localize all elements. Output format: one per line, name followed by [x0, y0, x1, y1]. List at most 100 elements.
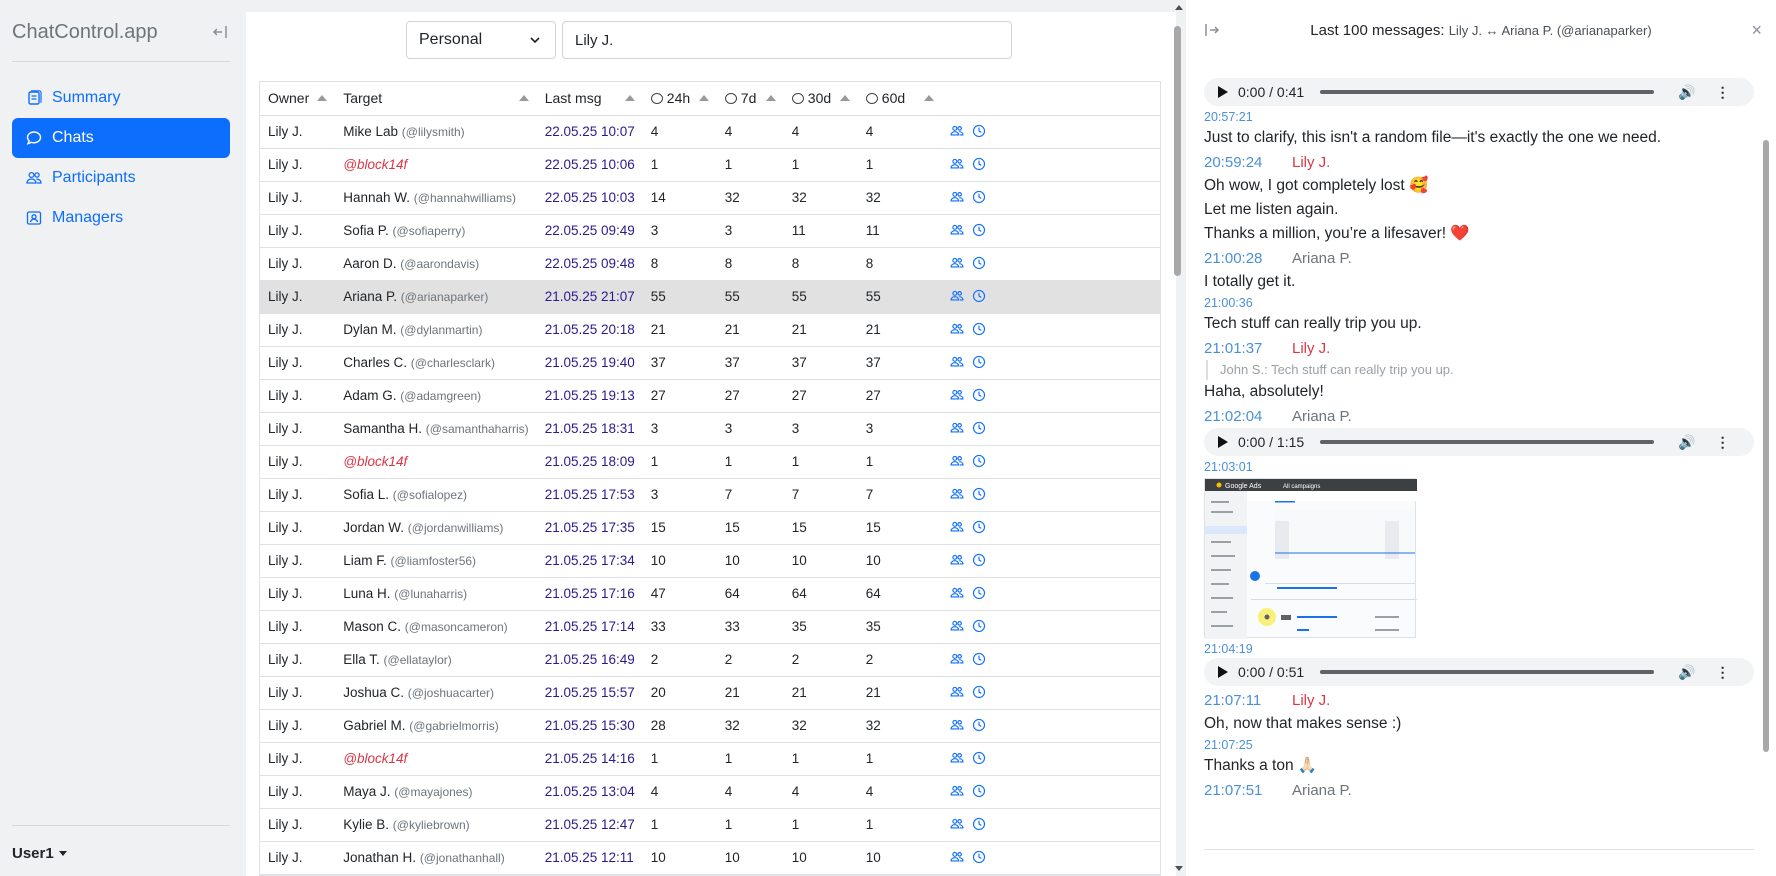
panel-scrollbar[interactable]: [1760, 78, 1772, 838]
sidebar-item-summary[interactable]: Summary: [12, 78, 230, 118]
history-icon[interactable]: [972, 487, 986, 501]
table-row[interactable]: Lily J. Ella T. (@ellataylor) 21.05.25 16:…: [260, 643, 1160, 677]
cell-target[interactable]: @block14f: [335, 445, 537, 479]
table-row[interactable]: Lily J. Samantha H. (@samanthaharris) 21.0…: [260, 412, 1160, 446]
participants-icon[interactable]: [950, 454, 964, 468]
col-7d[interactable]: 7d: [716, 82, 784, 116]
cell-target[interactable]: Gabriel M. (@gabrielmorris): [335, 709, 537, 743]
cell-target[interactable]: Maya J. (@mayajones): [335, 775, 537, 809]
cell-target[interactable]: Samantha H. (@samanthaharris): [335, 412, 537, 446]
cell-target[interactable]: Sofia P. (@sofiaperry): [335, 214, 537, 248]
history-icon[interactable]: [972, 223, 986, 237]
participants-icon[interactable]: [950, 124, 964, 138]
history-icon[interactable]: [972, 190, 986, 204]
history-icon[interactable]: [972, 289, 986, 303]
cell-target[interactable]: Mike Lab (@lilysmith): [335, 115, 537, 149]
col-24h[interactable]: 24h: [642, 82, 717, 116]
history-icon[interactable]: [972, 718, 986, 732]
scrollbar-thumb[interactable]: [1763, 140, 1769, 752]
cell-target[interactable]: Hannah W. (@hannahwilliams): [335, 181, 537, 215]
history-icon[interactable]: [972, 619, 986, 633]
table-row[interactable]: Lily J. Adam G. (@adamgreen) 21.05.25 19:1…: [260, 379, 1160, 413]
history-icon[interactable]: [972, 652, 986, 666]
table-row[interactable]: Lily J. Mike Lab (@lilysmith) 22.05.25 10:…: [260, 115, 1160, 149]
main-scrollbar[interactable]: [1170, 0, 1186, 876]
close-icon[interactable]: ×: [1751, 21, 1762, 39]
table-row[interactable]: Lily J. Aaron D. (@aarondavis) 22.05.25 09…: [260, 247, 1160, 281]
play-icon[interactable]: [1218, 666, 1228, 678]
col-30d[interactable]: 30d: [783, 82, 858, 116]
participants-icon[interactable]: [950, 817, 964, 831]
history-icon[interactable]: [972, 850, 986, 864]
participants-icon[interactable]: [950, 784, 964, 798]
participants-icon[interactable]: [950, 487, 964, 501]
history-icon[interactable]: [972, 454, 986, 468]
table-row[interactable]: Lily J. Joshua C. (@joshuacarter) 21.05.25…: [260, 676, 1160, 710]
table-row[interactable]: Lily J. @block14f 22.05.25 10:06 1 1 1 1: [260, 148, 1160, 182]
cell-target[interactable]: Kylie B. (@kyliebrown): [335, 808, 537, 842]
scroll-up-icon[interactable]: [1175, 5, 1183, 10]
cell-target[interactable]: Ella T. (@ellataylor): [335, 643, 537, 677]
cell-target[interactable]: Charles C. (@charlesclark): [335, 346, 537, 380]
participants-icon[interactable]: [950, 619, 964, 633]
participants-icon[interactable]: [950, 190, 964, 204]
cell-target[interactable]: Liam F. (@liamfoster56): [335, 544, 537, 578]
table-row[interactable]: Lily J. Luna H. (@lunaharris) 21.05.25 17:…: [260, 577, 1160, 611]
history-icon[interactable]: [972, 157, 986, 171]
participants-icon[interactable]: [950, 586, 964, 600]
participants-icon[interactable]: [950, 652, 964, 666]
history-icon[interactable]: [972, 322, 986, 336]
history-icon[interactable]: [972, 520, 986, 534]
participants-icon[interactable]: [950, 355, 964, 369]
audio-player[interactable]: 0:00 / 0:51 🔊 ⋮: [1204, 658, 1754, 686]
more-options-icon[interactable]: ⋮: [1716, 664, 1730, 681]
table-row[interactable]: Lily J. Liam F. (@liamfoster56) 21.05.25 1…: [260, 544, 1160, 578]
sidebar-item-participants[interactable]: Participants: [12, 158, 230, 198]
audio-player[interactable]: 0:00 / 1:15 🔊 ⋮: [1204, 428, 1754, 456]
cell-target[interactable]: Aaron D. (@aarondavis): [335, 247, 537, 281]
cell-target[interactable]: Ariana P. (@arianaparker): [335, 280, 537, 314]
cell-target[interactable]: Sofia L. (@sofialopez): [335, 478, 537, 512]
collapse-sidebar-icon[interactable]: [210, 22, 230, 42]
volume-icon[interactable]: 🔊: [1678, 434, 1695, 451]
history-icon[interactable]: [972, 751, 986, 765]
cell-target[interactable]: Adam G. (@adamgreen): [335, 379, 537, 413]
cell-target[interactable]: Luna H. (@lunaharris): [335, 577, 537, 611]
table-row[interactable]: Lily J. Dylan M. (@dylanmartin) 21.05.25 2…: [260, 313, 1160, 347]
audio-progress[interactable]: [1320, 90, 1655, 94]
history-icon[interactable]: [972, 817, 986, 831]
cell-target[interactable]: @block14f: [335, 742, 537, 776]
participants-icon[interactable]: [950, 718, 964, 732]
sidebar-item-managers[interactable]: Managers: [12, 198, 230, 238]
participants-icon[interactable]: [950, 157, 964, 171]
table-row[interactable]: Lily J. Hannah W. (@hannahwilliams) 22.05.…: [260, 181, 1160, 215]
table-row[interactable]: Lily J. @block14f 21.05.25 18:09 1 1 1 1: [260, 445, 1160, 479]
table-row[interactable]: Lily J. Jordan W. (@jordanwilliams) 21.05.…: [260, 511, 1160, 545]
participants-icon[interactable]: [950, 322, 964, 336]
col-target[interactable]: Target: [335, 82, 537, 116]
table-row[interactable]: Lily J. Kylie B. (@kyliebrown) 21.05.25 12…: [260, 808, 1160, 842]
table-row[interactable]: Lily J. Ariana P. (@arianaparker) 21.05.25…: [260, 280, 1160, 314]
history-icon[interactable]: [972, 553, 986, 567]
table-row[interactable]: Lily J. Sofia P. (@sofiaperry) 22.05.25 09…: [260, 214, 1160, 248]
history-icon[interactable]: [972, 685, 986, 699]
participants-icon[interactable]: [950, 289, 964, 303]
cell-target[interactable]: Joshua C. (@joshuacarter): [335, 676, 537, 710]
scrollbar-thumb[interactable]: [1174, 26, 1181, 276]
play-icon[interactable]: [1218, 436, 1228, 448]
participants-icon[interactable]: [950, 751, 964, 765]
chat-type-select[interactable]: Personal: [406, 21, 556, 59]
owner-search-input[interactable]: Lily J.: [562, 21, 1012, 59]
volume-icon[interactable]: 🔊: [1678, 664, 1695, 681]
participants-icon[interactable]: [950, 388, 964, 402]
play-icon[interactable]: [1218, 86, 1228, 98]
participants-icon[interactable]: [950, 223, 964, 237]
audio-progress[interactable]: [1320, 670, 1655, 674]
participants-icon[interactable]: [950, 850, 964, 864]
table-row[interactable]: Lily J. Gabriel M. (@gabrielmorris) 21.05.…: [260, 709, 1160, 743]
more-options-icon[interactable]: ⋮: [1716, 84, 1730, 101]
audio-player[interactable]: 0:00 / 0:41 🔊 ⋮: [1204, 78, 1754, 106]
history-icon[interactable]: [972, 388, 986, 402]
image-attachment[interactable]: Google Ads All campaigns: [1204, 478, 1417, 639]
table-row[interactable]: Lily J. Charles C. (@charlesclark) 21.05.2…: [260, 346, 1160, 380]
